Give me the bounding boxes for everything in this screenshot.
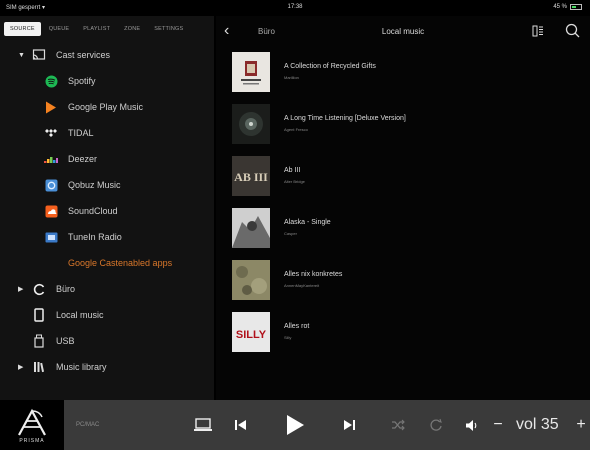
album-row[interactable]: Alles nix konkretes AnnenMayKantereit — [216, 254, 590, 306]
qobuz-icon — [44, 178, 58, 192]
source-label: Local music — [56, 310, 104, 320]
cover-text: AB III — [234, 170, 268, 184]
source-tree: ▼ Cast services Spotify Google Play Musi… — [0, 42, 214, 380]
deezer-icon — [44, 152, 58, 166]
tab-queue[interactable]: QUEUE — [43, 22, 76, 36]
album-title: Alaska - Single — [284, 219, 331, 226]
cast-icon — [32, 48, 46, 62]
album-row[interactable]: AB III Ab III Alter Bridge — [216, 150, 590, 202]
service-label: TuneIn Radio — [68, 232, 122, 242]
service-label: TIDAL — [68, 128, 94, 138]
service-label: Deezer — [68, 154, 98, 164]
source-usb[interactable]: USB — [0, 328, 214, 354]
tab-settings[interactable]: SETTINGS — [148, 22, 189, 36]
album-row[interactable]: SILLY Alles rot Silly — [216, 306, 590, 358]
cast-enabled-apps-link[interactable]: Google Castenabled apps — [0, 250, 214, 276]
album-title: Alles nix konkretes — [284, 271, 343, 278]
shuffle-icon[interactable] — [386, 400, 410, 450]
google-play-music-icon — [44, 100, 58, 114]
search-icon[interactable] — [565, 23, 580, 43]
tunein-icon — [44, 230, 58, 244]
album-artist: Silly — [284, 335, 292, 340]
current-source: PC/MAC — [76, 422, 100, 428]
cover-text: SILLY — [236, 329, 267, 341]
repeat-icon[interactable] — [424, 400, 448, 450]
volume-down-button[interactable]: − — [488, 400, 508, 450]
volume-level: vol 35 — [516, 416, 559, 433]
caret-right-icon[interactable]: ▶ — [18, 363, 23, 371]
volume-up-button[interactable]: + — [572, 400, 590, 450]
tab-bar: SOURCE QUEUE PLAYLIST ZONE SETTINGS — [0, 16, 214, 42]
browse-panel: ‹ Büro Local music A Collection of Recyc… — [216, 16, 590, 400]
source-panel: SOURCE QUEUE PLAYLIST ZONE SETTINGS ▼ Ca… — [0, 16, 214, 400]
source-music-library[interactable]: ▶ Music library — [0, 354, 214, 380]
album-row[interactable]: Alaska - Single Casper — [216, 202, 590, 254]
album-cover — [232, 260, 270, 300]
album-artist: Casper — [284, 231, 297, 236]
list-view-icon[interactable] — [532, 24, 544, 42]
source-buero[interactable]: ▶ Büro — [0, 276, 214, 302]
tidal-icon — [44, 126, 58, 140]
play-button[interactable] — [280, 400, 310, 450]
refresh-icon — [32, 282, 46, 296]
album-artist: Agent Fresco — [284, 127, 308, 132]
album-artist: AnnenMayKantereit — [284, 283, 320, 288]
service-deezer[interactable]: Deezer — [0, 146, 214, 172]
album-title: Alles rot — [284, 323, 310, 330]
status-bar: SIM gesperrt ▾ 17:38 45 % — [0, 0, 590, 16]
next-track-button[interactable] — [336, 400, 362, 450]
service-label: Google Play Music — [68, 102, 144, 112]
service-qobuz[interactable]: Qobuz Music — [0, 172, 214, 198]
service-label: Qobuz Music — [68, 180, 121, 190]
album-row[interactable]: A Long Time Listening [Deluxe Version] A… — [216, 98, 590, 150]
brand-wordmark: PRISMA — [19, 437, 45, 444]
album-cover: SILLY — [232, 312, 270, 352]
library-icon — [32, 360, 46, 374]
prisma-logo-icon — [18, 408, 46, 436]
service-label: SoundCloud — [68, 206, 118, 216]
cast-apps-label: Google Castenabled apps — [68, 258, 173, 268]
album-cover: AB III — [232, 156, 270, 196]
laptop-icon[interactable] — [190, 400, 216, 450]
service-spotify[interactable]: Spotify — [0, 68, 214, 94]
album-row[interactable]: A Collection of Recycled Gifts Marillion — [216, 46, 590, 98]
tab-source[interactable]: SOURCE — [4, 22, 41, 36]
source-label: Büro — [56, 284, 76, 294]
service-tunein[interactable]: TuneIn Radio — [0, 224, 214, 250]
album-list: A Collection of Recycled Gifts Marillion… — [216, 46, 590, 358]
tab-playlist[interactable]: PLAYLIST — [77, 22, 116, 36]
previous-track-button[interactable] — [228, 400, 254, 450]
album-cover — [232, 208, 270, 248]
source-local-music[interactable]: Local music — [0, 302, 214, 328]
caret-right-icon[interactable]: ▶ — [18, 285, 23, 293]
album-artist: Marillion — [284, 75, 299, 80]
speaker-icon[interactable] — [460, 400, 484, 450]
album-cover — [232, 52, 270, 92]
caret-down-icon[interactable]: ▼ — [18, 52, 25, 59]
player-bar: PRISMA PC/MAC − vol 35 + — [0, 400, 590, 450]
clock: 17:38 — [287, 4, 303, 10]
spotify-icon — [44, 74, 58, 88]
album-cover — [232, 104, 270, 144]
service-label: Spotify — [68, 76, 96, 86]
album-title: A Long Time Listening [Deluxe Version] — [284, 115, 406, 122]
battery-status: 45 % — [553, 4, 582, 10]
source-cast-services[interactable]: ▼ Cast services — [0, 42, 214, 68]
soundcloud-icon — [44, 204, 58, 218]
service-google-play-music[interactable]: Google Play Music — [0, 94, 214, 120]
album-title: Ab III — [284, 167, 301, 174]
album-title: A Collection of Recycled Gifts — [284, 63, 376, 70]
device-icon — [32, 308, 46, 322]
battery-icon — [570, 4, 582, 10]
service-soundcloud[interactable]: SoundCloud — [0, 198, 214, 224]
source-label: USB — [56, 336, 75, 346]
source-label: Music library — [56, 362, 107, 372]
album-artist: Alter Bridge — [284, 179, 305, 184]
tab-zone[interactable]: ZONE — [118, 22, 146, 36]
browse-header: ‹ Büro Local music — [216, 16, 590, 46]
prisma-logo: PRISMA — [0, 400, 64, 450]
service-tidal[interactable]: TIDAL — [0, 120, 214, 146]
usb-icon — [32, 334, 46, 348]
source-label: Cast services — [56, 50, 111, 60]
